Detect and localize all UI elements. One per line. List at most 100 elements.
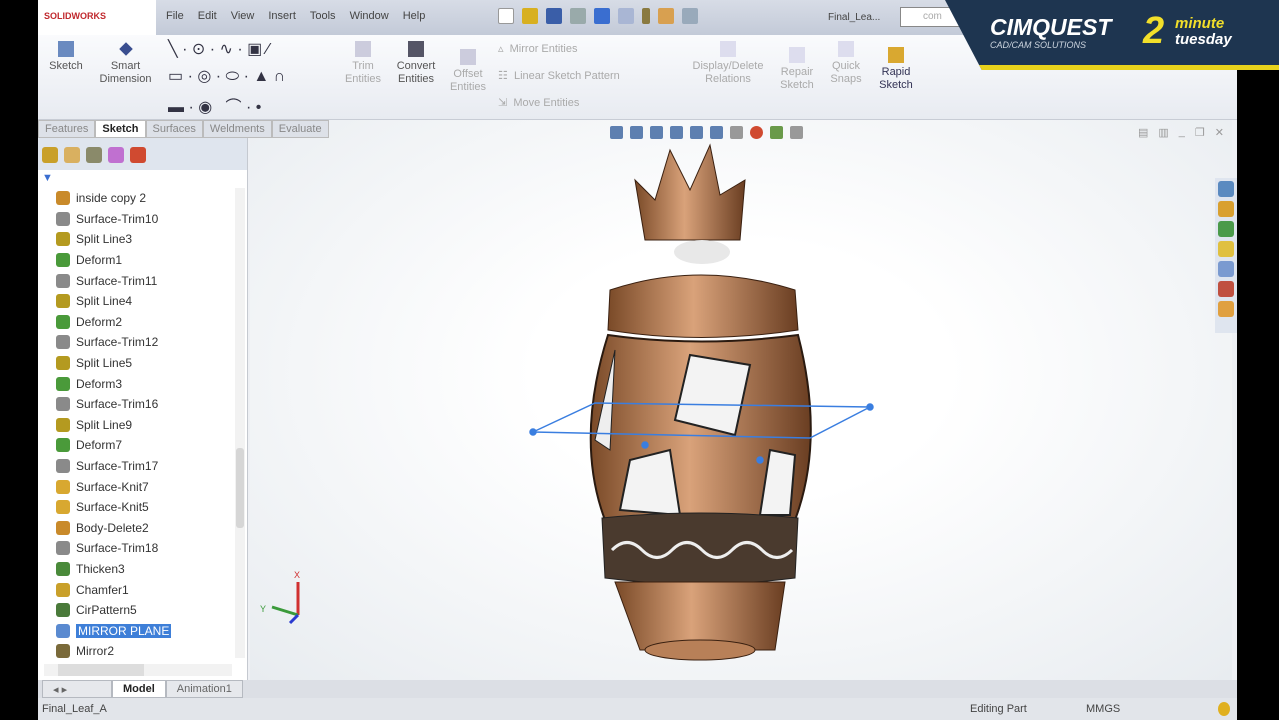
feature-tree-item[interactable]: Surface-Trim12 <box>38 332 234 353</box>
status-bar: Final_Leaf_A Editing Part MMGS <box>38 698 1237 720</box>
custom-properties-icon[interactable] <box>1218 301 1234 317</box>
design-library-icon[interactable] <box>1218 201 1234 217</box>
feature-tree: inside copy 2 Surface-Trim10 Split Line3 De… <box>38 188 234 662</box>
feature-icon <box>56 417 70 432</box>
new-icon[interactable] <box>498 8 514 24</box>
smart-dimension-button[interactable]: Smart Dimension <box>93 41 158 86</box>
sketch-button[interactable]: Sketch <box>46 41 86 73</box>
feature-tree-item[interactable]: Body-Delete2 <box>38 518 234 539</box>
move-entities-button[interactable]: ⇲ Move Entities <box>498 97 579 110</box>
feature-tree-item[interactable]: MIRROR PLANE <box>38 620 234 641</box>
tab-features[interactable]: Features <box>38 120 96 138</box>
feature-tree-item[interactable]: Surface-Trim17 <box>38 456 234 477</box>
feature-tree-item[interactable]: Deform2 <box>38 312 234 333</box>
resources-icon[interactable] <box>1218 181 1234 197</box>
convert-entities-button[interactable]: Convert Entities <box>391 41 441 86</box>
view-palette-icon[interactable] <box>1218 261 1234 277</box>
feature-tree-item[interactable]: Surface-Trim10 <box>38 209 234 230</box>
feature-tree-item[interactable]: Surface-Knit5 <box>38 497 234 518</box>
feature-icon <box>56 541 70 556</box>
feature-tree-item[interactable]: Thicken3 <box>38 559 234 580</box>
save-icon[interactable] <box>546 8 562 24</box>
rapid-sketch-icon <box>888 47 904 63</box>
file-explorer-icon[interactable] <box>1218 221 1234 237</box>
vase-model[interactable]: X Y <box>250 120 1232 680</box>
appearances-icon[interactable] <box>1218 281 1234 297</box>
label: Convert Entities <box>396 60 436 85</box>
feature-tree-item[interactable]: Surface-Knit7 <box>38 476 234 497</box>
menu-edit[interactable]: Edit <box>198 10 217 22</box>
rebuild-icon[interactable] <box>642 8 650 24</box>
undo-icon[interactable] <box>594 8 610 24</box>
select-icon[interactable] <box>618 8 634 24</box>
feature-label: Split Line3 <box>76 232 133 247</box>
feature-icon <box>56 294 70 309</box>
banner-line1: minute <box>1175 15 1225 32</box>
property-manager-icon[interactable] <box>64 147 80 163</box>
feature-tree-item[interactable]: Deform1 <box>38 250 234 271</box>
trim-entities-button[interactable]: Trim Entities <box>338 41 388 86</box>
feature-tree-item[interactable]: Chamfer1 <box>38 579 234 600</box>
tab-model[interactable]: Model <box>112 680 166 698</box>
status-file-name: Final_Leaf_A <box>42 703 107 715</box>
tree-vertical-scrollbar[interactable] <box>235 188 245 658</box>
search-results-icon[interactable] <box>1218 241 1234 257</box>
mirror-entities-button[interactable]: ▵ Mirror Entities <box>498 43 577 56</box>
feature-tree-item[interactable]: inside copy 2 <box>38 188 234 209</box>
cimquest-banner: CIMQUEST CAD/CAM SOLUTIONS 2 minute tuesd… <box>945 0 1279 70</box>
rectangle-icon[interactable]: ▭ · ◎ · ⬭ · ▲ ∩ <box>168 66 285 86</box>
print-icon[interactable] <box>570 8 586 24</box>
feature-icon <box>56 438 70 453</box>
configuration-manager-icon[interactable] <box>86 147 102 163</box>
solidworks-logo[interactable]: SOLIDWORKS <box>38 0 156 35</box>
menu-file[interactable]: File <box>166 10 184 22</box>
menu-tools[interactable]: Tools <box>310 10 336 22</box>
tab-weldments[interactable]: Weldments <box>202 120 272 138</box>
feature-icon <box>56 376 70 391</box>
quick-snaps-button[interactable]: Quick Snaps <box>826 41 866 86</box>
banner-subtitle: CAD/CAM SOLUTIONS <box>990 40 1087 50</box>
feature-tree-item[interactable]: Surface-Trim18 <box>38 538 234 559</box>
tab-animation1[interactable]: Animation1 <box>165 680 243 698</box>
units-selector[interactable]: MMGS <box>1086 703 1120 715</box>
tab-evaluate[interactable]: Evaluate <box>271 120 329 138</box>
feature-tree-item[interactable]: Surface-Trim16 <box>38 394 234 415</box>
feature-tree-item[interactable]: Deform3 <box>38 373 234 394</box>
open-icon[interactable] <box>522 8 538 24</box>
display-delete-relations-button[interactable]: Display/Delete Relations <box>683 41 773 86</box>
repair-sketch-button[interactable]: Repair Sketch <box>776 47 818 92</box>
feature-tree-item[interactable]: Split Line3 <box>38 229 234 250</box>
menu-bar: File Edit View Insert Tools Window Help <box>166 10 425 22</box>
triad-y-label: Y <box>260 604 266 614</box>
feature-icon <box>56 603 70 618</box>
slot-icon[interactable]: ▬ · ◉ ⌒ · • <box>168 93 261 117</box>
file-properties-icon[interactable] <box>658 8 674 24</box>
line-icon[interactable]: ╲ · ⊙ · ∿ · ▣ ⁄ <box>168 39 269 59</box>
tree-horizontal-scrollbar[interactable] <box>44 664 232 676</box>
linear-sketch-pattern-button[interactable]: ☷ Linear Sketch Pattern <box>498 70 620 83</box>
tab-surfaces[interactable]: Surfaces <box>145 120 203 138</box>
rapid-sketch-button[interactable]: Rapid Sketch <box>874 47 918 92</box>
feature-label: Deform3 <box>76 376 123 391</box>
feature-tree-item[interactable]: Split Line4 <box>38 291 234 312</box>
menu-view[interactable]: View <box>231 10 255 22</box>
dimxpert-icon[interactable] <box>108 147 124 163</box>
help-icon[interactable] <box>1218 702 1230 716</box>
menu-help[interactable]: Help <box>403 10 426 22</box>
feature-tree-item[interactable]: CirPattern5 <box>38 600 234 621</box>
offset-entities-button[interactable]: Offset Entities <box>446 49 490 94</box>
graphics-viewport[interactable]: ▤ ▥ _ ❐ ✕ X Y <box>250 120 1232 680</box>
display-manager-icon[interactable] <box>130 147 146 163</box>
menu-insert[interactable]: Insert <box>268 10 296 22</box>
tab-sketch[interactable]: Sketch <box>95 120 146 138</box>
feature-manager-icon[interactable] <box>42 147 58 163</box>
feature-tree-item[interactable]: Mirror2 <box>38 641 234 662</box>
filter-icon[interactable]: ▼ <box>42 172 53 184</box>
feature-tree-item[interactable]: Surface-Trim11 <box>38 270 234 291</box>
feature-tree-item[interactable]: Deform7 <box>38 435 234 456</box>
menu-window[interactable]: Window <box>350 10 389 22</box>
options-icon[interactable] <box>682 8 698 24</box>
feature-tree-item[interactable]: Split Line5 <box>38 353 234 374</box>
feature-tree-item[interactable]: Split Line9 <box>38 415 234 436</box>
tab-scroll-arrows[interactable]: ◂ ▸ <box>42 680 112 698</box>
